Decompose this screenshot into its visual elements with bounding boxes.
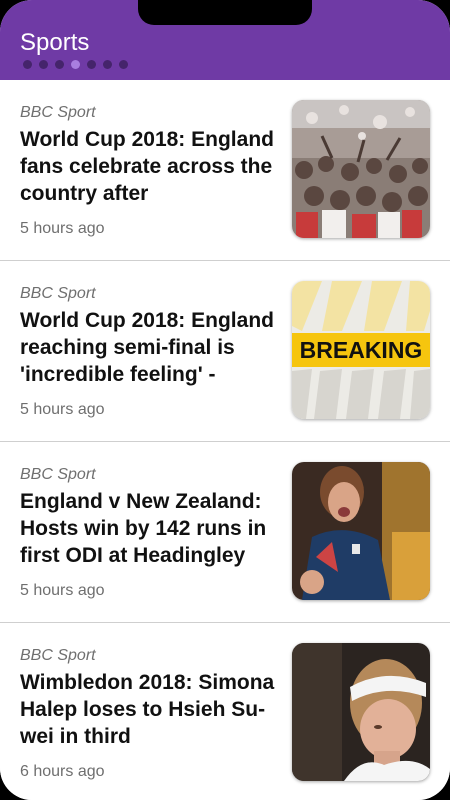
page-title: Sports [20,29,90,56]
news-card[interactable]: BBC Sport England v New Zealand: Hosts w… [0,442,450,623]
camera-notch [138,0,312,25]
article-headline[interactable]: England v New Zealand: Hosts win by 142 … [20,488,286,572]
page-dot[interactable] [119,60,128,69]
news-card[interactable]: BBC Sport World Cup 2018: England fans c… [0,80,450,261]
page-dot[interactable] [103,60,112,69]
article-thumbnail[interactable] [292,643,430,781]
article-source: BBC Sport [20,647,96,664]
article-headline[interactable]: Wimbledon 2018: Simona Halep loses to Hs… [20,669,286,753]
phone-screen: Sports BBC Sport World Cup 2018: England… [0,0,450,800]
breaking-banner: BREAKING [292,333,430,367]
page-dot[interactable] [87,60,96,69]
article-time: 6 hours ago [20,763,105,780]
cricketer-celebrating-image [292,462,430,600]
tennis-player-image [292,643,430,781]
page-dot[interactable] [23,60,32,69]
news-card[interactable]: BBC Sport World Cup 2018: England reachi… [0,261,450,442]
page-dot[interactable] [55,60,64,69]
article-time: 5 hours ago [20,401,105,418]
crowd-celebration-image [292,100,430,238]
page-dot-active[interactable] [71,60,80,69]
page-indicator[interactable] [23,60,135,70]
article-thumbnail[interactable] [292,100,430,238]
article-source: BBC Sport [20,104,96,121]
article-thumbnail[interactable] [292,462,430,600]
page-dot[interactable] [39,60,48,69]
article-source: BBC Sport [20,285,96,302]
article-time: 5 hours ago [20,220,105,237]
news-feed: BBC Sport World Cup 2018: England fans c… [0,80,450,800]
article-thumbnail[interactable]: BREAKING [292,281,430,419]
news-card[interactable]: BBC Sport Wimbledon 2018: Simona Halep l… [0,623,450,800]
article-source: BBC Sport [20,466,96,483]
article-headline[interactable]: World Cup 2018: England fans celebrate a… [20,126,286,210]
article-time: 5 hours ago [20,582,105,599]
article-headline[interactable]: World Cup 2018: England reaching semi-fi… [20,307,286,391]
